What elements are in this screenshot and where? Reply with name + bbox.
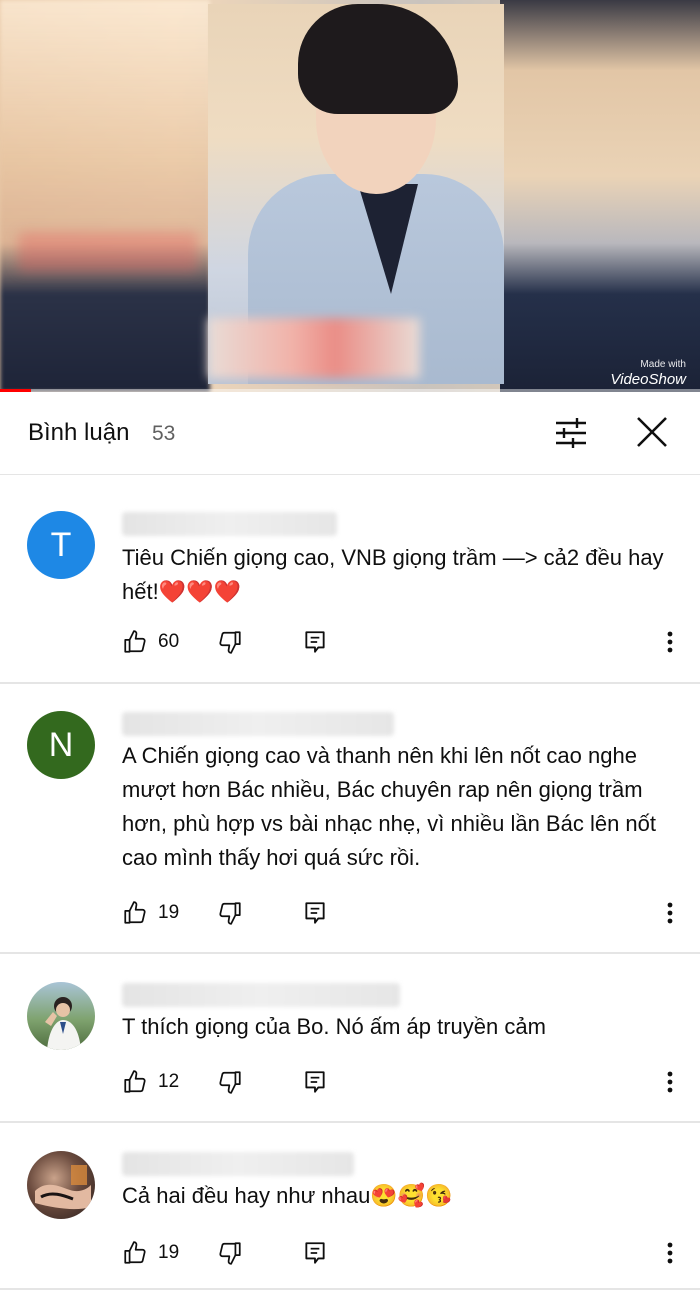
more-vert-icon: [667, 1242, 673, 1264]
video-blurred-caption-left: [18, 232, 198, 272]
more-vert-icon: [667, 902, 673, 924]
videoshow-watermark: Made with VideoShow: [610, 360, 686, 388]
avatar-photo: [35, 1165, 91, 1210]
comment-item: T thích giọng của Bo. Nó ấm áp truyền cả…: [0, 954, 700, 1123]
comment-author-redacted: [122, 712, 394, 736]
reply-button[interactable]: [302, 898, 328, 928]
like-button[interactable]: 60: [122, 627, 179, 657]
avatar-letter: T: [50, 525, 72, 564]
thumb-up-icon: [124, 901, 146, 924]
comment-text: Cả hai đều hay như nhau😍🥰😘: [122, 1183, 453, 1208]
more-vert-icon: [667, 1071, 673, 1093]
close-icon: [637, 417, 667, 447]
video-player[interactable]: Made with VideoShow: [0, 0, 700, 392]
dislike-button[interactable]: [217, 898, 243, 928]
reply-icon: [305, 1242, 325, 1264]
thumb-up-icon: [124, 1070, 146, 1093]
video-blurred-caption: [208, 318, 420, 378]
thumb-down-icon: [219, 1242, 241, 1265]
more-vert-icon: [667, 631, 673, 653]
comments-title: Bình luận: [28, 419, 130, 446]
comments-header: Bình luận 53: [0, 395, 700, 475]
comment-text: T thích giọng của Bo. Nó ấm áp truyền cả…: [122, 1014, 546, 1039]
video-blurred-background-left: [0, 0, 210, 392]
watermark-brand: VideoShow: [610, 371, 686, 388]
comment-actions: 19: [122, 898, 682, 928]
avatar-letter: N: [48, 725, 74, 764]
avatar[interactable]: [27, 1151, 95, 1219]
reply-button[interactable]: [302, 1238, 328, 1268]
comment-item: T Tiêu Chiến giọng cao, VNB giọng trầm —…: [0, 475, 700, 684]
like-count: 12: [158, 1071, 180, 1092]
dislike-button[interactable]: [217, 1238, 243, 1268]
close-comments-button[interactable]: [628, 413, 674, 453]
thumb-down-icon: [219, 631, 241, 654]
like-button[interactable]: 19: [122, 898, 179, 928]
avatar[interactable]: N: [27, 711, 95, 779]
comment-more-button[interactable]: [655, 898, 685, 928]
thumb-up-icon: [124, 630, 146, 653]
reply-button[interactable]: [302, 1067, 328, 1097]
comment-more-button[interactable]: [655, 627, 685, 657]
like-button[interactable]: 12: [122, 1067, 179, 1097]
comment-more-button[interactable]: [655, 1238, 685, 1268]
comment-author-redacted: [122, 512, 337, 536]
reply-icon: [305, 1071, 325, 1093]
video-progress-bar[interactable]: [0, 389, 700, 392]
video-person-hair: [298, 4, 458, 114]
avatar[interactable]: T: [27, 511, 95, 579]
comment-actions: 19: [122, 1238, 682, 1268]
watermark-made-with: Made with: [640, 359, 686, 370]
comment-actions: 12: [122, 1067, 682, 1097]
dislike-button[interactable]: [217, 1067, 243, 1097]
like-button[interactable]: 19: [122, 1238, 179, 1268]
reply-button[interactable]: [302, 627, 328, 657]
comment-author-redacted: [122, 1152, 354, 1176]
comment-author-redacted: [122, 983, 400, 1007]
comment-text: Tiêu Chiến giọng cao, VNB giọng trầm —> …: [122, 545, 664, 604]
comment-item: N A Chiến giọng cao và thanh nên khi lên…: [0, 684, 700, 954]
reply-icon: [305, 631, 325, 653]
like-count: 19: [158, 902, 180, 923]
thumb-down-icon: [219, 1071, 241, 1094]
comment-more-button[interactable]: [655, 1067, 685, 1097]
sort-comments-button[interactable]: [548, 413, 594, 453]
dislike-button[interactable]: [217, 627, 243, 657]
like-count: 19: [158, 1242, 180, 1263]
video-progress-fill: [0, 389, 31, 392]
comment-text: A Chiến giọng cao và thanh nên khi lên n…: [122, 743, 656, 870]
thumb-down-icon: [219, 902, 241, 925]
video-blurred-background-right: [500, 0, 700, 392]
like-count: 60: [158, 631, 180, 652]
comment-actions: 60: [122, 627, 682, 657]
sort-filter-icon: [556, 418, 586, 448]
avatar-photo: [45, 997, 81, 1050]
thumb-up-icon: [124, 1241, 146, 1264]
avatar[interactable]: [27, 982, 95, 1050]
reply-icon: [305, 902, 325, 924]
comment-item: Cả hai đều hay như nhau😍🥰😘 19: [0, 1123, 700, 1290]
comments-count: 53: [152, 422, 176, 445]
